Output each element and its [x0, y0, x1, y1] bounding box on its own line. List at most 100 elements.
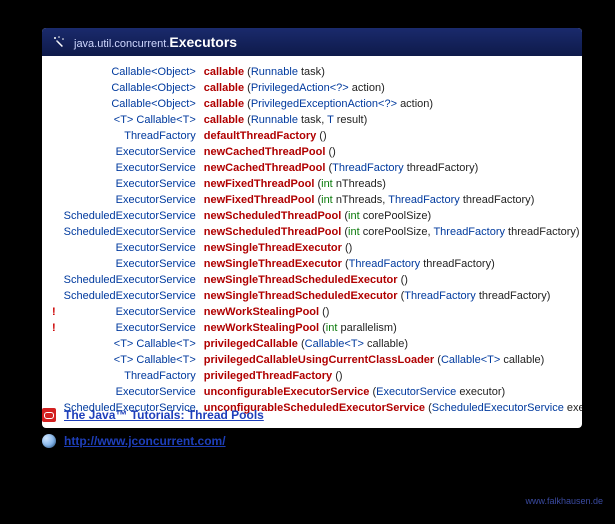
- method-return-type: ThreadFactory: [60, 368, 200, 384]
- method-row: ExecutorServicenewFixedThreadPool (int n…: [48, 192, 582, 208]
- method-signature[interactable]: newCachedThreadPool (): [200, 144, 582, 160]
- method-flag: [48, 336, 60, 352]
- method-row: !ExecutorServicenewWorkStealingPool (int…: [48, 320, 582, 336]
- method-signature[interactable]: callable (Runnable task, T result): [200, 112, 582, 128]
- method-return-type: ExecutorService: [60, 144, 200, 160]
- jconcurrent-link[interactable]: http://www.jconcurrent.com/: [42, 434, 264, 448]
- card-body: Callable<Object>callable (Runnable task)…: [42, 56, 582, 428]
- method-signature[interactable]: newFixedThreadPool (int nThreads): [200, 176, 582, 192]
- method-row: ExecutorServicenewSingleThreadExecutor (…: [48, 240, 582, 256]
- method-row: Callable<Object>callable (PrivilegedExce…: [48, 96, 582, 112]
- method-row: ScheduledExecutorServicenewScheduledThre…: [48, 224, 582, 240]
- method-return-type: ExecutorService: [60, 160, 200, 176]
- method-signature[interactable]: newCachedThreadPool (ThreadFactory threa…: [200, 160, 582, 176]
- method-row: ExecutorServicenewFixedThreadPool (int n…: [48, 176, 582, 192]
- method-flag: [48, 80, 60, 96]
- method-row: ThreadFactoryprivilegedThreadFactory (): [48, 368, 582, 384]
- method-row: !ExecutorServicenewWorkStealingPool (): [48, 304, 582, 320]
- method-row: <T> Callable<T>callable (Runnable task, …: [48, 112, 582, 128]
- method-signature[interactable]: privilegedCallable (Callable<T> callable…: [200, 336, 582, 352]
- method-return-type: ThreadFactory: [60, 128, 200, 144]
- method-flag: [48, 224, 60, 240]
- method-return-type: Callable<Object>: [60, 64, 200, 80]
- method-signature[interactable]: privilegedCallableUsingCurrentClassLoade…: [200, 352, 582, 368]
- method-signature[interactable]: newScheduledThreadPool (int corePoolSize…: [200, 208, 582, 224]
- method-flag: [48, 208, 60, 224]
- method-return-type: ExecutorService: [60, 304, 200, 320]
- method-signature[interactable]: callable (PrivilegedExceptionAction<?> a…: [200, 96, 582, 112]
- method-row: ScheduledExecutorServicenewScheduledThre…: [48, 208, 582, 224]
- method-signature[interactable]: newSingleThreadExecutor (ThreadFactory t…: [200, 256, 582, 272]
- class-card: java.util.concurrent.Executors Callable<…: [42, 28, 582, 428]
- method-signature[interactable]: callable (PrivilegedAction<?> action): [200, 80, 582, 96]
- method-signature[interactable]: newSingleThreadScheduledExecutor (): [200, 272, 582, 288]
- method-return-type: ExecutorService: [60, 176, 200, 192]
- method-row: <T> Callable<T>privilegedCallable (Calla…: [48, 336, 582, 352]
- method-flag: [48, 352, 60, 368]
- method-return-type: Callable<Object>: [60, 80, 200, 96]
- method-row: ExecutorServicenewCachedThreadPool (Thre…: [48, 160, 582, 176]
- method-return-type: ScheduledExecutorService: [60, 208, 200, 224]
- method-return-type: ExecutorService: [60, 240, 200, 256]
- method-flag: [48, 368, 60, 384]
- method-flag: [48, 128, 60, 144]
- footer-links: The Java™ Tutorials: Thread Pools http:/…: [42, 408, 264, 448]
- method-row: ThreadFactorydefaultThreadFactory (): [48, 128, 582, 144]
- method-flag: [48, 240, 60, 256]
- method-signature[interactable]: newSingleThreadScheduledExecutor (Thread…: [200, 288, 582, 304]
- method-row: Callable<Object>callable (PrivilegedActi…: [48, 80, 582, 96]
- attribution: www.falkhausen.de: [525, 496, 603, 506]
- method-return-type: ScheduledExecutorService: [60, 272, 200, 288]
- method-flag: [48, 192, 60, 208]
- method-return-type: ScheduledExecutorService: [60, 288, 200, 304]
- stage: java.util.concurrent.Executors Callable<…: [0, 0, 615, 524]
- method-flag: [48, 384, 60, 400]
- methods-table: Callable<Object>callable (Runnable task)…: [48, 64, 582, 416]
- method-flag: !: [48, 304, 60, 320]
- method-return-type: <T> Callable<T>: [60, 112, 200, 128]
- tutorials-link-label: The Java™ Tutorials: Thread Pools: [64, 408, 264, 422]
- method-flag: [48, 288, 60, 304]
- method-return-type: ExecutorService: [60, 384, 200, 400]
- method-signature[interactable]: callable (Runnable task): [200, 64, 582, 80]
- method-signature[interactable]: defaultThreadFactory (): [200, 128, 582, 144]
- method-return-type: ExecutorService: [60, 320, 200, 336]
- tutorials-link[interactable]: The Java™ Tutorials: Thread Pools: [42, 408, 264, 422]
- method-row: <T> Callable<T>privilegedCallableUsingCu…: [48, 352, 582, 368]
- method-signature[interactable]: newFixedThreadPool (int nThreads, Thread…: [200, 192, 582, 208]
- method-signature[interactable]: newScheduledThreadPool (int corePoolSize…: [200, 224, 582, 240]
- method-flag: !: [48, 320, 60, 336]
- header-text: java.util.concurrent.Executors: [74, 34, 237, 50]
- method-signature[interactable]: newWorkStealingPool (int parallelism): [200, 320, 582, 336]
- class-name: Executors: [169, 34, 237, 50]
- method-signature[interactable]: newSingleThreadExecutor (): [200, 240, 582, 256]
- method-row: ScheduledExecutorServicenewSingleThreadS…: [48, 288, 582, 304]
- package-name: java.util.concurrent.: [74, 38, 169, 50]
- method-row: ExecutorServicenewSingleThreadExecutor (…: [48, 256, 582, 272]
- method-return-type: ScheduledExecutorService: [60, 224, 200, 240]
- method-return-type: <T> Callable<T>: [60, 352, 200, 368]
- method-return-type: ExecutorService: [60, 192, 200, 208]
- method-signature[interactable]: privilegedThreadFactory (): [200, 368, 582, 384]
- method-row: Callable<Object>callable (Runnable task): [48, 64, 582, 80]
- method-row: ExecutorServiceunconfigurableExecutorSer…: [48, 384, 582, 400]
- method-flag: [48, 272, 60, 288]
- method-flag: [48, 96, 60, 112]
- method-return-type: Callable<Object>: [60, 96, 200, 112]
- method-signature[interactable]: unconfigurableExecutorService (ExecutorS…: [200, 384, 582, 400]
- method-flag: [48, 64, 60, 80]
- jconcurrent-link-label: http://www.jconcurrent.com/: [64, 434, 226, 448]
- method-flag: [48, 112, 60, 128]
- method-flag: [48, 144, 60, 160]
- globe-icon: [42, 434, 56, 448]
- card-header: java.util.concurrent.Executors: [42, 28, 582, 56]
- method-flag: [48, 256, 60, 272]
- method-row: ExecutorServicenewCachedThreadPool (): [48, 144, 582, 160]
- method-flag: [48, 176, 60, 192]
- method-flag: [48, 160, 60, 176]
- method-return-type: ExecutorService: [60, 256, 200, 272]
- oracle-icon: [42, 408, 56, 422]
- method-row: ScheduledExecutorServicenewSingleThreadS…: [48, 272, 582, 288]
- method-signature[interactable]: newWorkStealingPool (): [200, 304, 582, 320]
- method-return-type: <T> Callable<T>: [60, 336, 200, 352]
